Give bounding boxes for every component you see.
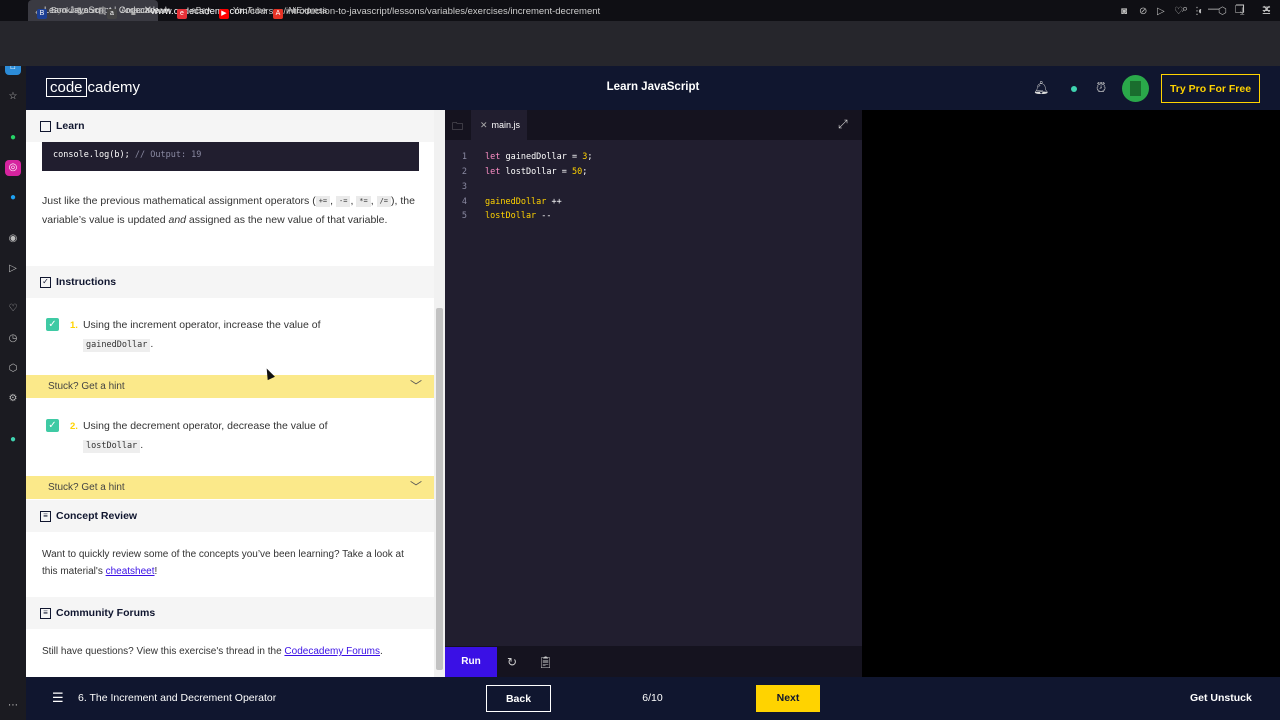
- page-title: Learn JavaScript: [606, 81, 700, 93]
- camera-icon[interactable]: ◙: [1121, 6, 1127, 17]
- line-number: 1: [461, 152, 467, 162]
- forums-text: Still have questions? View this exercise…: [42, 646, 383, 657]
- concept-review-header: ≡ Concept Review: [26, 500, 434, 532]
- instructions-section-header: ✓ Instructions: [26, 266, 434, 298]
- folder-icon[interactable]: 🗀︎: [452, 118, 463, 137]
- status-dot-icon: [1071, 86, 1077, 92]
- reset-icon[interactable]: ↻: [507, 655, 517, 669]
- hint-2-toggle[interactable]: Stuck? Get a hint ﹀: [26, 476, 434, 499]
- checkbox-icon: ✓: [40, 276, 51, 288]
- vpn-icon[interactable]: ◐: [1198, 6, 1204, 17]
- aliexpress-icon: A: [273, 9, 283, 19]
- lesson-panel: Learn console.log(b); // Output: 19 Just…: [26, 110, 445, 677]
- instagram-icon[interactable]: ◎: [5, 160, 21, 176]
- line-number: 3: [461, 182, 467, 192]
- extensions-icon[interactable]: ⬡: [5, 361, 21, 377]
- try-pro-button[interactable]: Try Pro For Free: [1161, 74, 1260, 103]
- lesson-scrollbar-thumb[interactable]: [436, 308, 443, 670]
- run-button[interactable]: Run: [445, 647, 497, 677]
- opera-sidebar: O ⌂ ☆ ● ◎ ● ◉ ▷ ♡ ◷ ⬡ ⚙ ● ⋯: [0, 0, 26, 720]
- whatsapp-icon[interactable]: ●: [5, 130, 21, 146]
- ebay-icon: e: [177, 9, 187, 19]
- logo-rest-text: cademy: [87, 78, 141, 96]
- address-bar: [0, 21, 1280, 45]
- menu-icon[interactable]: ☰: [52, 690, 64, 706]
- document-icon: ≡: [40, 510, 51, 522]
- code-line: let gainedDollar = 3;: [485, 152, 593, 162]
- task-1: 1. Using the increment operator, increase…: [70, 319, 321, 352]
- code-snippet: console.log(b); // Output: 19: [42, 142, 419, 171]
- line-number: 4: [461, 197, 467, 207]
- alarm-clock-icon[interactable]: ⏰︎: [1096, 80, 1106, 96]
- twitter-icon[interactable]: ●: [5, 190, 21, 206]
- chat-icon: ≡: [40, 607, 51, 619]
- bookmark-youtube[interactable]: ▶ YouTube: [219, 5, 266, 19]
- get-unstuck-button[interactable]: Get Unstuck: [1190, 692, 1252, 704]
- bookmark-icon[interactable]: ☆: [5, 89, 21, 105]
- lesson-paragraph: Just like the previous mathematical assi…: [42, 195, 415, 226]
- code-line: gainedDollar ++: [485, 197, 562, 207]
- codecademy-logo[interactable]: code cademy: [46, 77, 140, 97]
- chevron-down-icon: ﹀: [409, 379, 422, 393]
- amazon-icon: a: [107, 9, 117, 19]
- avatar[interactable]: [1122, 75, 1149, 102]
- progress-indicator: 6/10: [642, 692, 663, 704]
- download-icon[interactable]: ⤓: [1240, 6, 1244, 17]
- bookmark-ebay[interactable]: e eBay: [177, 5, 210, 19]
- avatar-glyph-icon: [1130, 81, 1141, 96]
- block-icon[interactable]: ⊘: [1139, 6, 1147, 17]
- lesson-name[interactable]: 6. The Increment and Decrement Operator: [78, 692, 276, 704]
- youtube-icon: ▶: [219, 9, 229, 19]
- clipboard-icon[interactable]: 📋︎: [538, 655, 553, 669]
- task-2-checkbox[interactable]: ✓: [46, 419, 59, 432]
- player-icon[interactable]: ◉: [5, 231, 21, 247]
- aria-icon[interactable]: ●: [5, 432, 21, 448]
- logo-box-text: code: [46, 77, 87, 97]
- output-panel: [862, 110, 1280, 677]
- file-tab-main[interactable]: ✕ main.js: [471, 110, 527, 140]
- task-2: 2. Using the decrement operator, decrease…: [70, 420, 328, 453]
- line-number: 2: [461, 167, 467, 177]
- line-number: 5: [461, 211, 467, 221]
- expand-icon[interactable]: ⤢: [838, 117, 848, 132]
- history-icon[interactable]: ◷: [5, 331, 21, 347]
- community-forums-header: ≡ Community Forums: [26, 597, 434, 629]
- more-icon[interactable]: ⋯: [5, 698, 21, 714]
- concept-review-text: Want to quickly review some of the conce…: [42, 549, 404, 577]
- close-file-icon[interactable]: ✕: [480, 120, 488, 130]
- hint-1-toggle[interactable]: Stuck? Get a hint ﹀: [26, 375, 434, 398]
- chevron-down-icon: ﹀: [409, 480, 422, 494]
- book-icon: [40, 120, 51, 132]
- heart-icon[interactable]: ♡: [5, 301, 21, 317]
- learn-section-header: Learn: [26, 110, 434, 142]
- bell-icon[interactable]: 🔔︎: [1033, 80, 1050, 96]
- bookmark-aliexpress[interactable]: A AliExpress: [273, 5, 327, 19]
- code-line: let lostDollar = 50;: [485, 167, 588, 177]
- cheatsheet-link[interactable]: cheatsheet: [106, 566, 155, 577]
- bookmarks-bar: [0, 45, 1280, 66]
- task-1-checkbox[interactable]: ✓: [46, 318, 59, 331]
- send-icon[interactable]: ▷: [5, 261, 21, 277]
- send-tab-icon[interactable]: ▷: [1157, 6, 1165, 17]
- code-line: lostDollar --: [485, 211, 552, 221]
- favorite-icon[interactable]: ♡: [1174, 6, 1183, 17]
- bookmark-booking[interactable]: B Booking.com: [37, 5, 100, 19]
- cube-icon[interactable]: ⬡: [1218, 6, 1227, 17]
- easy-setup-icon[interactable]: ☰: [1262, 6, 1271, 17]
- code-editor[interactable]: [445, 110, 862, 677]
- booking-icon: B: [37, 9, 47, 19]
- bookmark-amazon[interactable]: a Amazon.com: [107, 5, 171, 19]
- back-button[interactable]: Back: [486, 685, 551, 712]
- next-button[interactable]: Next: [756, 685, 820, 712]
- forums-link[interactable]: Codecademy Forums: [284, 646, 380, 657]
- settings-icon[interactable]: ⚙: [5, 391, 21, 407]
